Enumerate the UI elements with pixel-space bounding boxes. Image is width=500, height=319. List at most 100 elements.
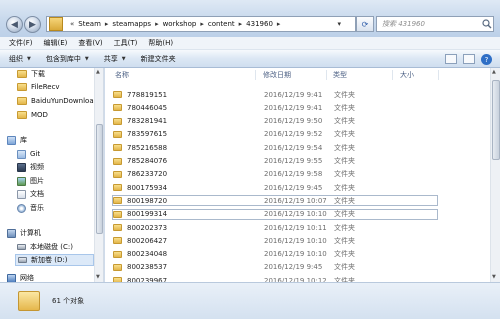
new-folder-button[interactable]: 新建文件夹 (141, 54, 176, 64)
breadcrumb-overflow[interactable]: « (70, 20, 74, 28)
file-row[interactable]: 800206427 2016/12/19 10:10 文件夹 (113, 235, 443, 246)
file-date: 2016/12/19 9:41 (264, 90, 323, 99)
preview-pane-icon[interactable] (463, 54, 475, 64)
file-row[interactable]: 785284076 2016/12/19 9:55 文件夹 (113, 156, 443, 167)
file-row[interactable]: 786233720 2016/12/19 9:58 文件夹 (113, 169, 443, 180)
folder-icon (17, 70, 27, 78)
nav-item-label: 文档 (30, 190, 44, 198)
nav-item-pictures[interactable]: 图片 (17, 175, 44, 187)
nav-item-drive-c[interactable]: 本地磁盘 (C:) (17, 241, 73, 253)
nav-item-label: 下载 (31, 70, 45, 78)
nav-item-drive-d[interactable]: 新加卷 (D:) (15, 254, 94, 266)
help-icon[interactable]: ? (481, 54, 492, 65)
nav-item-baiduyun[interactable]: BaiduYunDownloa (17, 95, 94, 107)
nav-item-documents[interactable]: 文档 (17, 188, 44, 200)
breadcrumb-item[interactable]: workshop (163, 20, 197, 28)
file-row[interactable]: 783597615 2016/12/19 9:52 文件夹 (113, 129, 443, 140)
chevron-right-icon[interactable]: ▸ (155, 20, 159, 28)
breadcrumb-item[interactable]: Steam (78, 20, 101, 28)
scroll-up-icon[interactable]: ▲ (492, 69, 496, 75)
nav-item-git[interactable]: Git (17, 148, 40, 160)
column-divider[interactable] (255, 70, 256, 80)
file-list: 名称 修改日期 类型 大小 778819151 2016/12/19 9:41 文件… (105, 68, 490, 282)
nav-item-label: FileRecv (31, 83, 60, 91)
column-divider[interactable] (326, 70, 327, 80)
file-type: 文件夹 (334, 236, 355, 245)
breadcrumb-item[interactable]: content (208, 20, 235, 28)
nav-item-label: 音乐 (30, 204, 44, 212)
file-row[interactable]: 800234048 2016/12/19 10:10 文件夹 (113, 249, 443, 260)
nav-item-label: 新加卷 (D:) (31, 256, 68, 264)
menu-view[interactable]: 查看(V) (78, 38, 102, 48)
include-in-library-button[interactable]: 包含到库中 ▼ (46, 54, 89, 64)
nav-scroll-thumb[interactable] (96, 124, 103, 234)
nav-item-label: BaiduYunDownloa (31, 97, 94, 105)
scroll-up-icon[interactable]: ▲ (96, 69, 100, 75)
file-type: 文件夹 (334, 130, 355, 139)
folder-icon (113, 250, 122, 258)
refresh-button[interactable]: ⟳ (356, 16, 374, 32)
nav-item-downloads[interactable]: 下载 (17, 68, 45, 80)
file-row[interactable]: 778819151 2016/12/19 9:41 文件夹 (113, 89, 443, 100)
nav-item-filerecv[interactable]: FileRecv (17, 81, 60, 93)
file-date: 2016/12/19 10:10 (264, 236, 327, 245)
menu-edit[interactable]: 编辑(E) (44, 38, 68, 48)
chevron-right-icon[interactable]: ▸ (277, 20, 281, 28)
file-row[interactable]: 783281941 2016/12/19 9:50 文件夹 (113, 116, 443, 127)
view-options-icon[interactable] (445, 54, 457, 64)
address-bar[interactable]: « Steam ▸ steamapps ▸ workshop ▸ content… (46, 16, 356, 32)
column-header-date[interactable]: 修改日期 (263, 68, 291, 82)
organize-button[interactable]: 组织 ▼ (9, 54, 31, 64)
chevron-right-icon[interactable]: ▸ (239, 20, 243, 28)
search-input[interactable]: 搜索 431960 (376, 16, 494, 32)
nav-item-mod[interactable]: MOD (17, 109, 48, 121)
file-row[interactable]: 800199314 2016/12/19 10:10 文件夹 (112, 208, 438, 220)
column-divider[interactable] (438, 70, 439, 80)
back-button[interactable]: ◀ (6, 16, 23, 33)
folder-icon (49, 17, 63, 31)
file-type: 文件夹 (334, 196, 355, 205)
command-toolbar: 组织 ▼ 包含到库中 ▼ 共享 ▼ 新建文件夹 ? (0, 50, 500, 68)
file-row[interactable]: 800239967 2016/12/19 10:12 文件夹 (113, 275, 443, 282)
nav-item-music[interactable]: 音乐 (17, 202, 44, 214)
column-header-name[interactable]: 名称 (115, 68, 129, 82)
file-row[interactable]: 800175934 2016/12/19 9:45 文件夹 (113, 182, 443, 193)
file-row[interactable]: 800202373 2016/12/19 10:11 文件夹 (113, 222, 443, 233)
file-list-scroll-thumb[interactable] (492, 80, 500, 160)
breadcrumb-item[interactable]: 431960 (246, 20, 273, 28)
nav-item-computer[interactable]: 计算机 (7, 227, 41, 239)
chevron-down-icon[interactable]: ▾ (337, 20, 341, 28)
file-row[interactable]: 800198720 2016/12/19 10:07 文件夹 (112, 195, 438, 207)
menu-file[interactable]: 文件(F) (9, 38, 33, 48)
folder-icon (18, 291, 40, 311)
file-type: 文件夹 (334, 223, 355, 232)
menu-tools[interactable]: 工具(T) (114, 38, 138, 48)
file-row[interactable]: 780446045 2016/12/19 9:41 文件夹 (113, 102, 443, 113)
chevron-right-icon[interactable]: ▸ (105, 20, 109, 28)
nav-item-videos[interactable]: 视频 (17, 161, 44, 173)
file-row[interactable]: 800238537 2016/12/19 9:45 文件夹 (113, 262, 443, 273)
scroll-down-icon[interactable]: ▼ (96, 274, 100, 280)
file-type: 文件夹 (334, 183, 355, 192)
include-label: 包含到库中 (45, 54, 81, 63)
file-name: 785216588 (127, 143, 168, 152)
file-row[interactable]: 785216588 2016/12/19 9:54 文件夹 (113, 142, 443, 153)
file-name: 800238537 (127, 263, 168, 272)
column-header-size[interactable]: 大小 (400, 68, 414, 82)
forward-button[interactable]: ▶ (24, 16, 41, 33)
menu-help[interactable]: 帮助(H) (148, 38, 173, 48)
breadcrumb-item[interactable]: steamapps (112, 20, 151, 28)
file-name: 783597615 (127, 130, 168, 139)
column-divider[interactable] (392, 70, 393, 80)
file-list-scrollbar[interactable]: ▲ ▼ (490, 68, 500, 282)
nav-item-label: 库 (20, 136, 27, 144)
nav-scrollbar[interactable]: ▲ ▼ (94, 68, 103, 282)
folder-icon (113, 117, 122, 125)
scroll-down-icon[interactable]: ▼ (492, 274, 496, 280)
column-header-type[interactable]: 类型 (333, 68, 347, 82)
file-type: 文件夹 (334, 117, 355, 126)
share-button[interactable]: 共享 ▼ (104, 54, 126, 64)
nav-item-network[interactable]: 网络 (7, 272, 34, 282)
nav-item-libraries[interactable]: 库 (7, 134, 27, 146)
chevron-right-icon[interactable]: ▸ (200, 20, 204, 28)
